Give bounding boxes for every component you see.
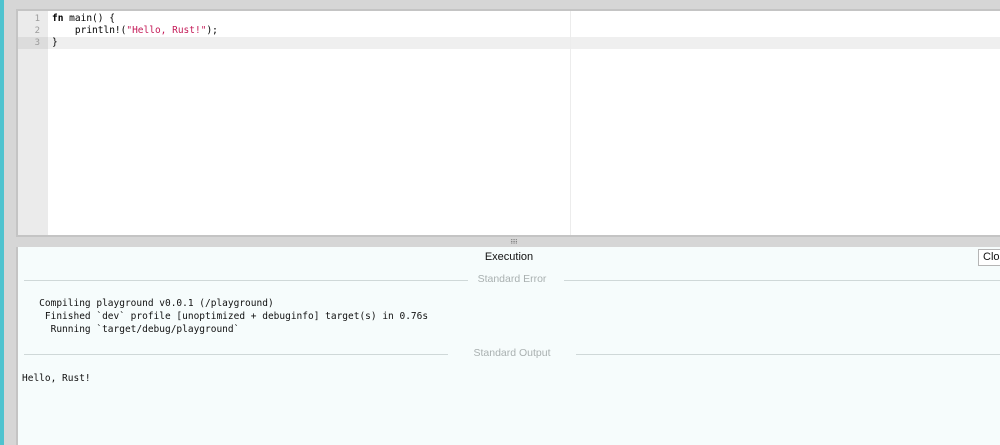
close-button[interactable]: Close [978, 249, 1000, 266]
code-text: ); [206, 25, 218, 36]
print-margin [570, 11, 571, 235]
stderr-output: Compiling playground v0.0.1 (/playground… [22, 297, 428, 336]
stderr-line: Compiling playground v0.0.1 (/playground… [22, 298, 274, 309]
divider-line [576, 354, 1000, 355]
code-text: println!( [52, 25, 127, 36]
drag-grip-icon: ⠿⠿ [510, 239, 518, 246]
code-line-1[interactable]: fn main() { [48, 13, 1000, 25]
stderr-line: Finished `dev` profile [unoptimized + de… [22, 311, 429, 322]
stdout-line: Hello, Rust! [22, 373, 91, 384]
code-text: main() { [63, 13, 115, 24]
stdout-output: Hello, Rust! [22, 372, 91, 385]
panel-resize-handle[interactable]: ⠿⠿ [16, 239, 1000, 247]
stderr-divider: Standard Error [24, 273, 1000, 287]
output-header: Execution Close [18, 247, 1000, 269]
code-text-area[interactable]: fn main() { println!("Hello, Rust!"); } [48, 11, 1000, 235]
stderr-label: Standard Error [477, 273, 547, 285]
code-text: } [52, 37, 58, 48]
output-panel: Execution Close Standard Error Compiling… [16, 247, 1000, 445]
code-line-2[interactable]: println!("Hello, Rust!"); [48, 25, 1000, 37]
string-literal: "Hello, Rust!" [126, 25, 207, 36]
divider-line [564, 280, 1000, 281]
line-number-gutter: 1 2 3 [18, 11, 48, 235]
stdout-label: Standard Output [473, 347, 551, 359]
keyword-fn: fn [52, 13, 64, 24]
output-title: Execution [484, 251, 534, 263]
line-number: 2 [34, 26, 40, 36]
code-line-3[interactable]: } [48, 37, 1000, 49]
stdout-divider: Standard Output [24, 347, 1000, 361]
stderr-line: Running `target/debug/playground` [22, 324, 240, 335]
line-number: 1 [34, 14, 40, 24]
window-accent-strip [0, 0, 4, 445]
line-number-active: 3 [18, 37, 48, 49]
code-editor[interactable]: 1 2 3 fn main() { println!("Hello, Rust!… [16, 9, 1000, 237]
